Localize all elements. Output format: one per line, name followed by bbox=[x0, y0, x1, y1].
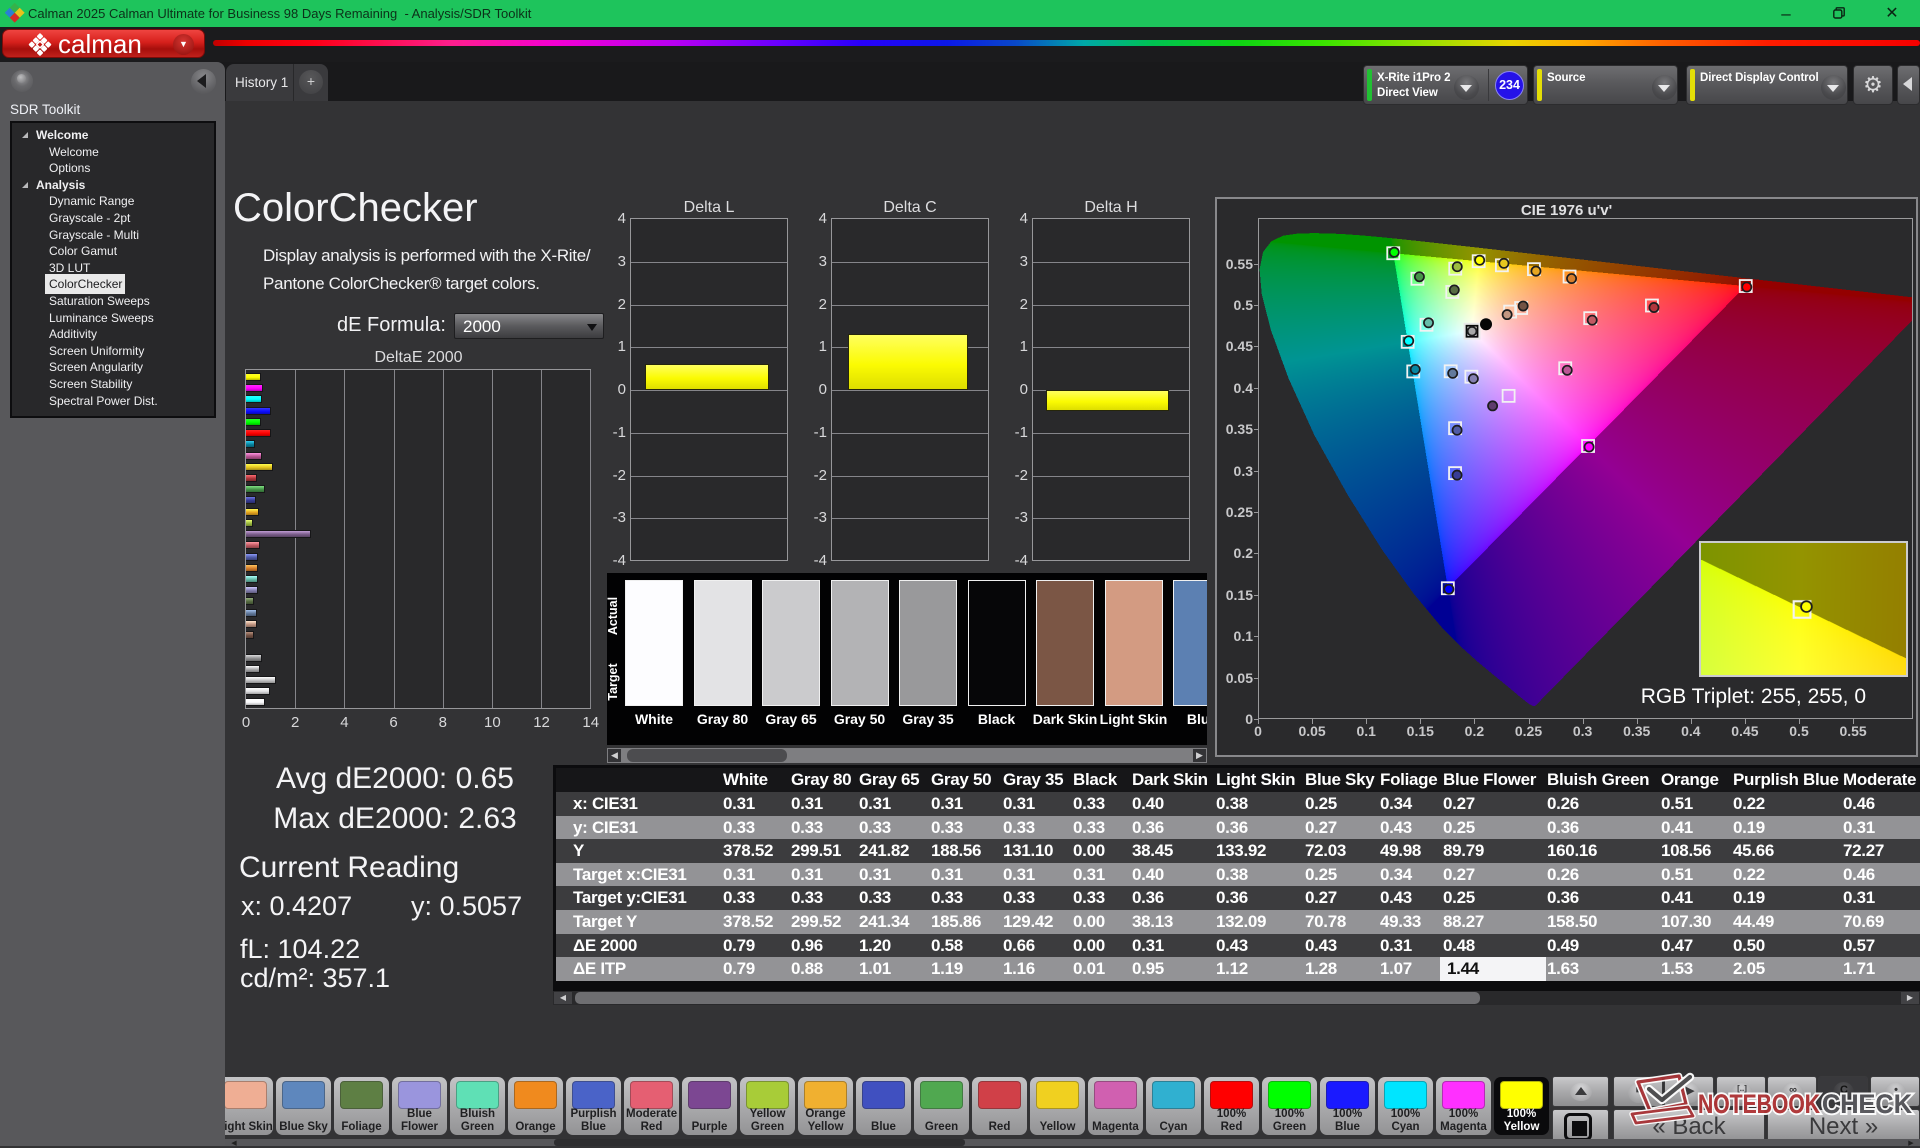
svg-text:CHECK: CHECK bbox=[1822, 1089, 1912, 1119]
svg-text:NOTEBOOK: NOTEBOOK bbox=[1698, 1089, 1820, 1119]
